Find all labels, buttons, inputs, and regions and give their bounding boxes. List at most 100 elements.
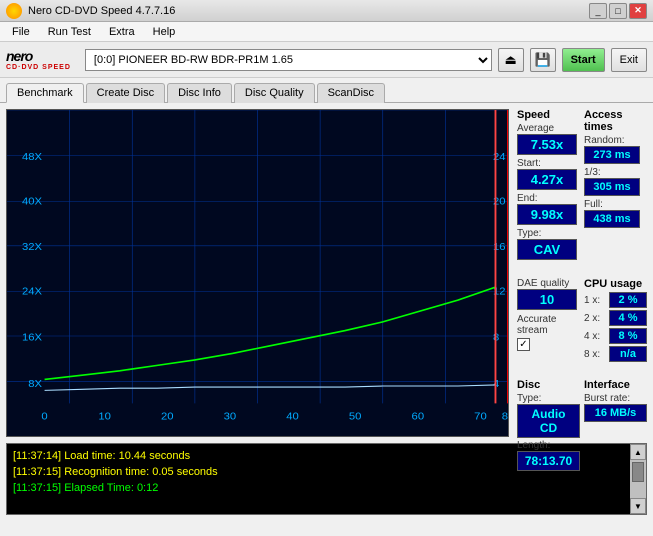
disc-type-label: Type: [517,393,580,404]
tabs: Benchmark Create Disc Disc Info Disc Qua… [0,78,653,103]
cpu-title: CPU usage [584,278,647,290]
cpu-row-1x: 1 x: 2 % [584,292,647,308]
log-line-3: [11:37:15] Elapsed Time: 0:12 [13,480,624,496]
menu-run-test[interactable]: Run Test [40,24,99,40]
svg-text:20: 20 [161,411,174,422]
cpu-1x-label: 1 x: [584,295,600,306]
save-button[interactable]: 💾 [530,48,556,72]
log-area: [11:37:14] Load time: 10.44 seconds [11:… [6,443,647,515]
start-button[interactable]: Start [562,48,605,72]
start-value: 4.27x [517,169,577,190]
end-label: End: [517,193,580,204]
interface-title: Interface [584,379,647,391]
tab-benchmark[interactable]: Benchmark [6,83,84,103]
menu-file[interactable]: File [4,24,38,40]
type-value: CAV [517,239,577,260]
end-value: 9.98x [517,204,577,225]
type-label: Type: [517,228,580,239]
log-text-1: Load time: 10.44 seconds [64,450,190,462]
logo: nero CD·DVD SPEED [6,48,71,71]
exit-button[interactable]: Exit [611,48,647,72]
tab-disc-info[interactable]: Disc Info [167,83,232,103]
random-value: 273 ms [584,146,640,164]
dae-label: DAE quality [517,278,580,289]
speed-section: Speed Average 7.53x Start: 4.27x End: 9.… [517,109,580,262]
svg-text:80: 80 [502,411,508,422]
svg-text:10: 10 [98,411,111,422]
svg-text:50: 50 [349,411,362,422]
log-time-2: [11:37:15] [13,466,61,478]
cpu-8x-label: 8 x: [584,349,600,360]
log-time-3: [11:37:15] [13,482,61,494]
main-content: 8X 16X 24X 32X 40X 48X 4 8 12 16 20 24 0… [0,103,653,443]
avg-value: 7.53x [517,134,577,155]
dae-cpu-section: DAE quality 10 Accurate stream ✓ CPU usa… [517,278,647,363]
accurate-label2: stream [517,325,580,336]
disc-title: Disc [517,379,580,391]
minimize-button[interactable]: _ [589,3,607,19]
cpu-4x-label: 4 x: [584,331,600,342]
benchmark-chart: 8X 16X 24X 32X 40X 48X 4 8 12 16 20 24 0… [7,110,508,436]
cpu-2x-label: 2 x: [584,313,600,324]
tab-create-disc[interactable]: Create Disc [86,83,165,103]
tab-scan-disc[interactable]: ScanDisc [317,83,385,103]
cpu-row-4x: 4 x: 8 % [584,328,647,344]
drive-selector[interactable]: [0:0] PIONEER BD-RW BDR-PR1M 1.65 [85,49,492,71]
dae-section: DAE quality 10 Accurate stream ✓ [517,278,580,363]
eject-button[interactable]: ⏏ [498,48,524,72]
checkmark: ✓ [519,339,527,350]
svg-text:8X: 8X [28,379,42,390]
close-button[interactable]: ✕ [629,3,647,19]
menu-bar: File Run Test Extra Help [0,22,653,42]
cpu-4x-value: 8 % [609,328,647,344]
speed-title: Speed [517,109,580,121]
access-title: Access times [584,109,647,133]
log-content: [11:37:14] Load time: 10.44 seconds [11:… [7,444,630,514]
cpu-section: CPU usage 1 x: 2 % 2 x: 4 % 4 x: 8 % 8 x… [584,278,647,363]
maximize-button[interactable]: □ [609,3,627,19]
menu-help[interactable]: Help [145,24,184,40]
burst-label: Burst rate: [584,393,647,404]
dae-value: 10 [517,289,577,310]
svg-text:40: 40 [286,411,299,422]
log-time-1: [11:37:14] [13,450,61,462]
log-line-1: [11:37:14] Load time: 10.44 seconds [13,448,624,464]
svg-text:48X: 48X [22,152,42,163]
cpu-row-8x: 8 x: n/a [584,346,647,362]
full-label: Full: [584,199,647,210]
svg-text:30: 30 [224,411,237,422]
accurate-checkbox[interactable]: ✓ [517,338,530,351]
app-icon [6,3,22,19]
chart-container: 8X 16X 24X 32X 40X 48X 4 8 12 16 20 24 0… [6,109,509,437]
cpu-1x-value: 2 % [609,292,647,308]
log-text-2: Recognition time: 0.05 seconds [64,466,217,478]
burst-value: 16 MB/s [584,404,647,422]
disc-type-value: Audio CD [517,404,580,438]
random-label: Random: [584,135,647,146]
access-section: Access times Random: 273 ms 1/3: 305 ms … [584,109,647,262]
svg-text:40X: 40X [22,196,42,207]
log-text-3: Elapsed Time: 0:12 [64,482,158,494]
toolbar: nero CD·DVD SPEED [0:0] PIONEER BD-RW BD… [0,42,653,78]
svg-text:60: 60 [412,411,425,422]
start-label: Start: [517,158,580,169]
svg-text:32X: 32X [22,242,42,253]
avg-label: Average [517,123,580,134]
onethird-value: 305 ms [584,178,640,196]
right-panel: Speed Average 7.53x Start: 4.27x End: 9.… [517,109,647,437]
accurate-label: Accurate [517,314,580,325]
cpu-row-2x: 2 x: 4 % [584,310,647,326]
scroll-down-button[interactable]: ▼ [630,498,646,514]
log-line-2: [11:37:15] Recognition time: 0.05 second… [13,464,624,480]
scroll-up-button[interactable]: ▲ [630,444,646,460]
svg-text:70: 70 [474,411,487,422]
menu-extra[interactable]: Extra [101,24,143,40]
window-controls: _ □ ✕ [589,3,647,19]
scroll-thumb[interactable] [632,462,644,482]
title-bar: Nero CD-DVD Speed 4.7.7.16 _ □ ✕ [0,0,653,22]
logo-nero: nero [6,48,71,64]
tab-disc-quality[interactable]: Disc Quality [234,83,315,103]
scroll-track [630,460,646,498]
svg-text:16X: 16X [22,332,42,343]
svg-text:0: 0 [41,411,47,422]
